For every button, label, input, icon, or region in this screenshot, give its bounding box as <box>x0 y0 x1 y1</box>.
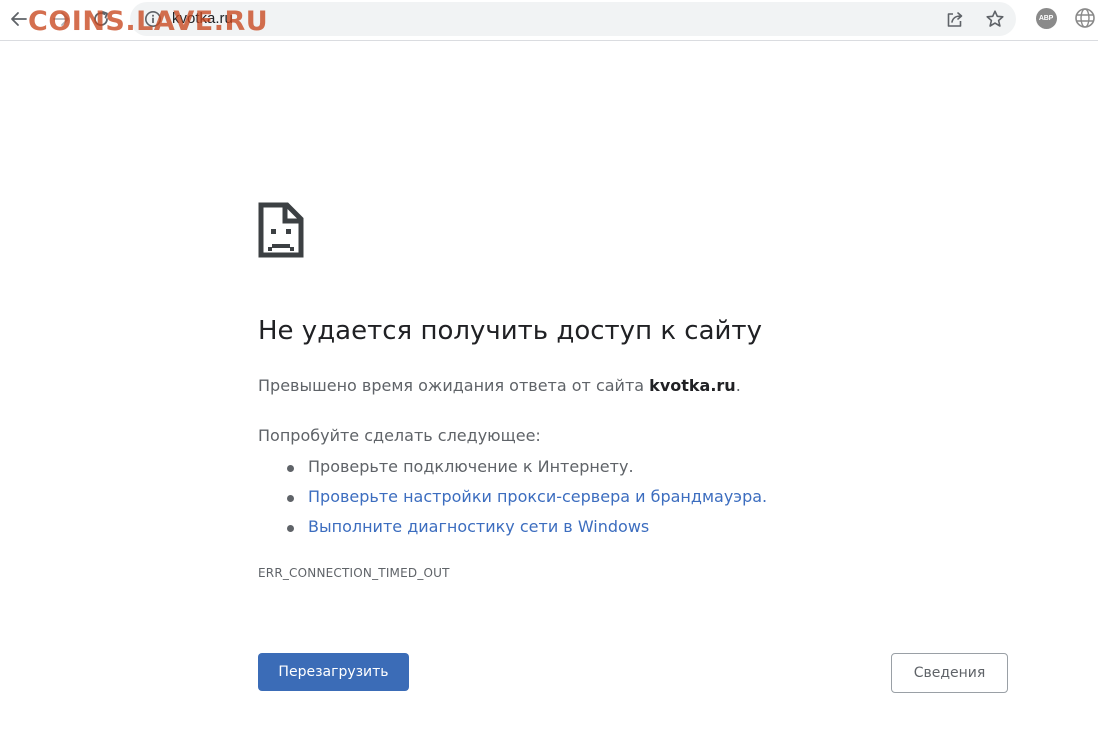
info-icon[interactable] <box>144 10 162 28</box>
desc-suffix: . <box>735 376 741 395</box>
back-button[interactable] <box>4 4 34 34</box>
forward-button[interactable] <box>46 4 76 34</box>
sad-page-icon <box>258 202 304 258</box>
error-code: ERR_CONNECTION_TIMED_OUT <box>258 566 450 580</box>
extension-globe-button[interactable] <box>1073 6 1097 30</box>
browser-toolbar: kvotka.ru ABP COINS.LAVE.RU <box>0 0 1098 41</box>
share-button[interactable] <box>943 7 967 31</box>
globe-icon <box>1075 8 1095 28</box>
suggestion-run-diagnostics-link[interactable]: Выполните диагностику сети в Windows <box>258 514 767 544</box>
desc-host: kvotka.ru <box>649 376 736 395</box>
adblock-extension-button[interactable]: ABP <box>1034 6 1058 30</box>
error-title: Не удается получить доступ к сайту <box>258 316 762 346</box>
reload-toolbar-button[interactable] <box>86 4 116 34</box>
suggestion-check-proxy-link[interactable]: Проверьте настройки прокси-сервера и бра… <box>258 484 767 514</box>
arrow-right-icon <box>53 12 69 26</box>
url-text[interactable]: kvotka.ru <box>172 10 233 27</box>
arrow-left-icon <box>11 12 27 26</box>
star-icon <box>986 10 1004 27</box>
suggestion-check-connection: Проверьте подключение к Интернету. <box>258 454 767 484</box>
reload-button[interactable]: Перезагрузить <box>258 653 409 691</box>
reload-icon <box>94 11 108 26</box>
share-icon <box>947 12 963 27</box>
suggestions-heading: Попробуйте сделать следующее: <box>258 426 541 445</box>
details-button[interactable]: Сведения <box>891 653 1008 693</box>
bookmark-button[interactable] <box>983 7 1007 31</box>
address-bar[interactable]: kvotka.ru <box>130 2 1016 36</box>
abp-icon: ABP <box>1035 7 1057 29</box>
desc-prefix: Превышено время ожидания ответа от сайта <box>258 376 650 395</box>
error-description: Превышено время ожидания ответа от сайта… <box>258 376 741 395</box>
suggestions-list: Проверьте подключение к Интернету. Прове… <box>258 454 767 544</box>
